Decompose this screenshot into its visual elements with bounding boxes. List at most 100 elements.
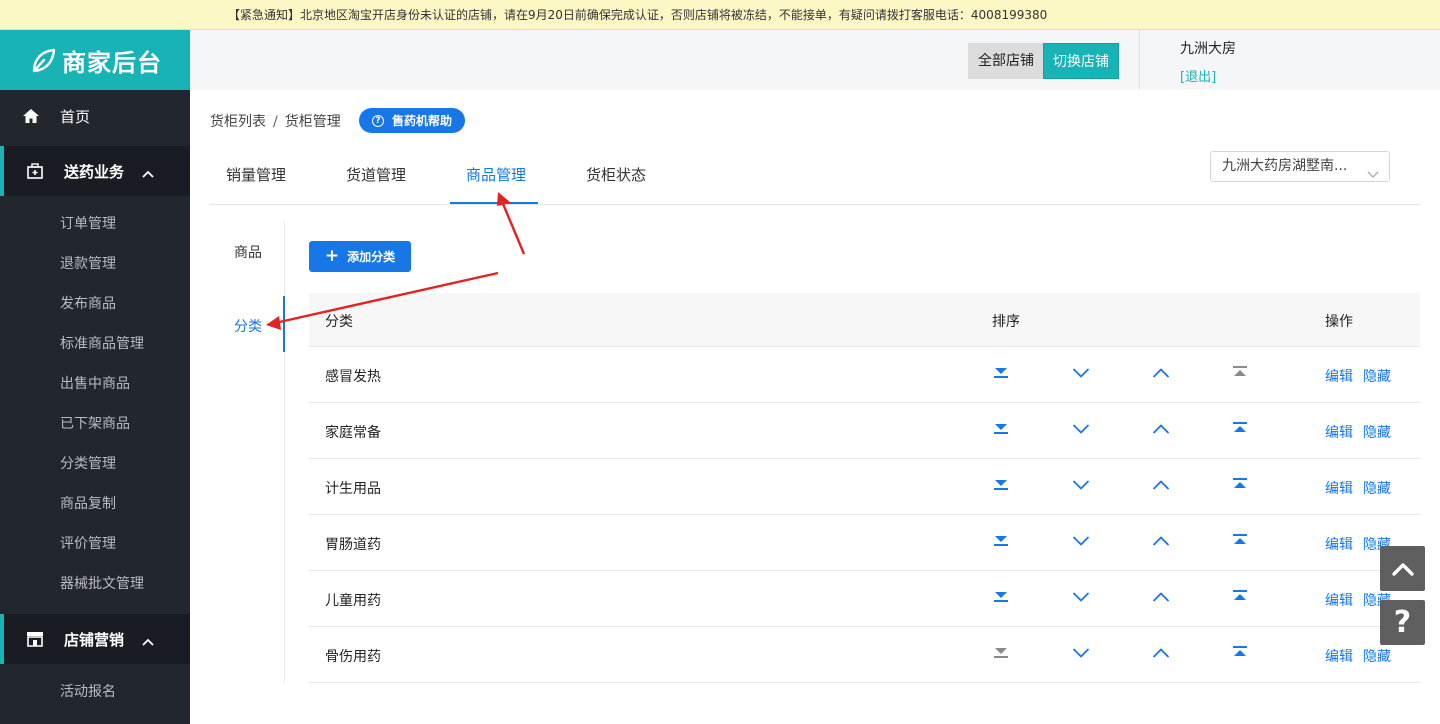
subnav-item-products[interactable]: 商品	[234, 242, 262, 262]
table-header: 分类 排序 操作	[309, 293, 1420, 347]
logout-link[interactable]: [退出]	[1180, 66, 1216, 85]
move-up-icon[interactable]	[1152, 591, 1170, 609]
category-name: 计生用品	[325, 481, 381, 497]
sidebar-item-label: 首页	[60, 107, 91, 126]
back-to-top-button[interactable]	[1380, 546, 1425, 591]
column-header-sort: 排序	[992, 314, 1020, 330]
table-row: 计生用品 编辑 隐藏	[309, 459, 1420, 515]
logo[interactable]: 商家后台	[0, 30, 190, 90]
sidebar-item-delisted[interactable]: 已下架商品	[60, 413, 130, 433]
move-to-bottom-icon[interactable]	[993, 589, 1011, 607]
hide-link[interactable]: 隐藏	[1363, 422, 1391, 442]
move-to-top-icon[interactable]	[1232, 589, 1250, 607]
switch-store-button[interactable]: 切换店铺	[1043, 43, 1119, 79]
home-icon	[22, 107, 40, 125]
edit-link[interactable]: 编辑	[1325, 478, 1353, 498]
notice-text: 【紧急通知】北京地区淘宝开店身份未认证的店铺，请在9月20日前确保完成认证，否则…	[228, 8, 1048, 22]
edit-link[interactable]: 编辑	[1325, 646, 1353, 666]
sidebar-item-standard-products[interactable]: 标准商品管理	[60, 333, 144, 353]
tab-sales[interactable]: 销量管理	[226, 164, 286, 185]
move-down-icon[interactable]	[1072, 367, 1090, 385]
sidebar-item-categories[interactable]: 分类管理	[60, 453, 116, 473]
logo-text: 商家后台	[62, 48, 162, 77]
sidebar-group-label: 送药业务	[64, 162, 125, 181]
edit-link[interactable]: 编辑	[1325, 366, 1353, 386]
store-select[interactable]: 九洲大药房湖墅南...	[1210, 151, 1390, 182]
sidebar-group-delivery[interactable]: 送药业务	[0, 146, 190, 196]
table-row: 感冒发热 编辑 隐藏	[309, 347, 1420, 403]
chevron-down-icon	[1367, 161, 1379, 181]
breadcrumb-item[interactable]: 货柜列表	[210, 114, 266, 130]
help-button[interactable]: ? 售药机帮助	[359, 108, 465, 133]
move-to-bottom-icon[interactable]	[993, 421, 1011, 439]
move-to-bottom-icon[interactable]	[993, 365, 1011, 383]
sidebar-item-refunds[interactable]: 退款管理	[60, 253, 116, 273]
category-name: 胃肠道药	[325, 537, 381, 553]
hide-link[interactable]: 隐藏	[1363, 366, 1391, 386]
add-category-button[interactable]: + 添加分类	[309, 241, 411, 272]
sidebar-item-reviews[interactable]: 评价管理	[60, 533, 116, 553]
sidebar-item-events[interactable]: 活动报名	[60, 681, 116, 701]
column-header-actions: 操作	[1325, 314, 1353, 330]
move-up-icon[interactable]	[1152, 423, 1170, 441]
move-up-icon[interactable]	[1152, 479, 1170, 497]
store-icon	[26, 630, 44, 648]
table-row: 家庭常备 编辑 隐藏	[309, 403, 1420, 459]
top-bar: 全部店铺 切换店铺 九洲大房 [退出]	[190, 30, 1440, 90]
move-down-icon[interactable]	[1072, 591, 1090, 609]
tabs-divider	[210, 204, 1421, 205]
breadcrumb: 货柜列表 / 货柜管理	[210, 111, 341, 131]
move-to-bottom-icon[interactable]	[993, 533, 1011, 551]
sidebar-item-orders[interactable]: 订单管理	[60, 213, 116, 233]
move-to-top-icon[interactable]	[1232, 477, 1250, 495]
sidebar-item-home[interactable]: 首页	[0, 90, 190, 142]
chevron-up-icon	[142, 632, 154, 650]
move-down-icon[interactable]	[1072, 423, 1090, 441]
sidebar-item-device-approvals[interactable]: 器械批文管理	[60, 573, 144, 593]
topbar-divider	[1139, 30, 1140, 90]
question-icon: ?	[1393, 605, 1412, 640]
move-up-icon[interactable]	[1152, 367, 1170, 385]
move-down-icon[interactable]	[1072, 647, 1090, 665]
help-float-button[interactable]: ?	[1380, 600, 1425, 645]
chevron-up-icon	[142, 164, 154, 182]
edit-link[interactable]: 编辑	[1325, 534, 1353, 554]
move-to-top-icon[interactable]	[1232, 421, 1250, 439]
sidebar-item-copy-products[interactable]: 商品复制	[60, 493, 116, 513]
hide-link[interactable]: 隐藏	[1363, 646, 1391, 666]
sidebar-item-on-sale[interactable]: 出售中商品	[60, 373, 130, 393]
all-stores-button[interactable]: 全部店铺	[968, 43, 1044, 79]
category-name: 家庭常备	[325, 425, 381, 441]
sidebar-item-publish[interactable]: 发布商品	[60, 293, 116, 313]
tab-products[interactable]: 商品管理	[466, 164, 526, 185]
sidebar-group-label: 店铺营销	[64, 630, 125, 649]
question-icon: ?	[371, 114, 384, 127]
tab-lanes[interactable]: 货道管理	[346, 164, 406, 185]
help-button-label: 售药机帮助	[391, 114, 452, 128]
move-to-bottom-icon	[993, 645, 1011, 663]
leaf-logo-icon	[32, 48, 56, 73]
subnav-item-categories[interactable]: 分类	[234, 316, 262, 336]
move-up-icon[interactable]	[1152, 647, 1170, 665]
edit-link[interactable]: 编辑	[1325, 422, 1353, 442]
sidebar-group-marketing[interactable]: 店铺营销	[0, 614, 190, 664]
table-row: 骨伤用药 编辑 隐藏	[309, 627, 1420, 683]
move-to-top-icon[interactable]	[1232, 533, 1250, 551]
tab-cabinet-status[interactable]: 货柜状态	[586, 164, 646, 185]
chevron-up-icon	[1391, 562, 1414, 576]
move-down-icon[interactable]	[1072, 479, 1090, 497]
move-up-icon[interactable]	[1152, 535, 1170, 553]
shop-name: 九洲大房	[1180, 41, 1236, 57]
move-to-bottom-icon[interactable]	[993, 477, 1011, 495]
urgent-notice-bar: 【紧急通知】北京地区淘宝开店身份未认证的店铺，请在9月20日前确保完成认证，否则…	[0, 0, 1440, 30]
table-row: 儿童用药 编辑 隐藏	[309, 571, 1420, 627]
edit-link[interactable]: 编辑	[1325, 590, 1353, 610]
move-down-icon[interactable]	[1072, 535, 1090, 553]
plus-icon: +	[324, 246, 340, 266]
category-name: 感冒发热	[325, 369, 381, 385]
column-header-category: 分类	[325, 314, 353, 330]
category-name: 骨伤用药	[325, 649, 381, 665]
move-to-top-icon[interactable]	[1232, 645, 1250, 663]
hide-link[interactable]: 隐藏	[1363, 478, 1391, 498]
subnav-active-indicator	[283, 296, 285, 352]
